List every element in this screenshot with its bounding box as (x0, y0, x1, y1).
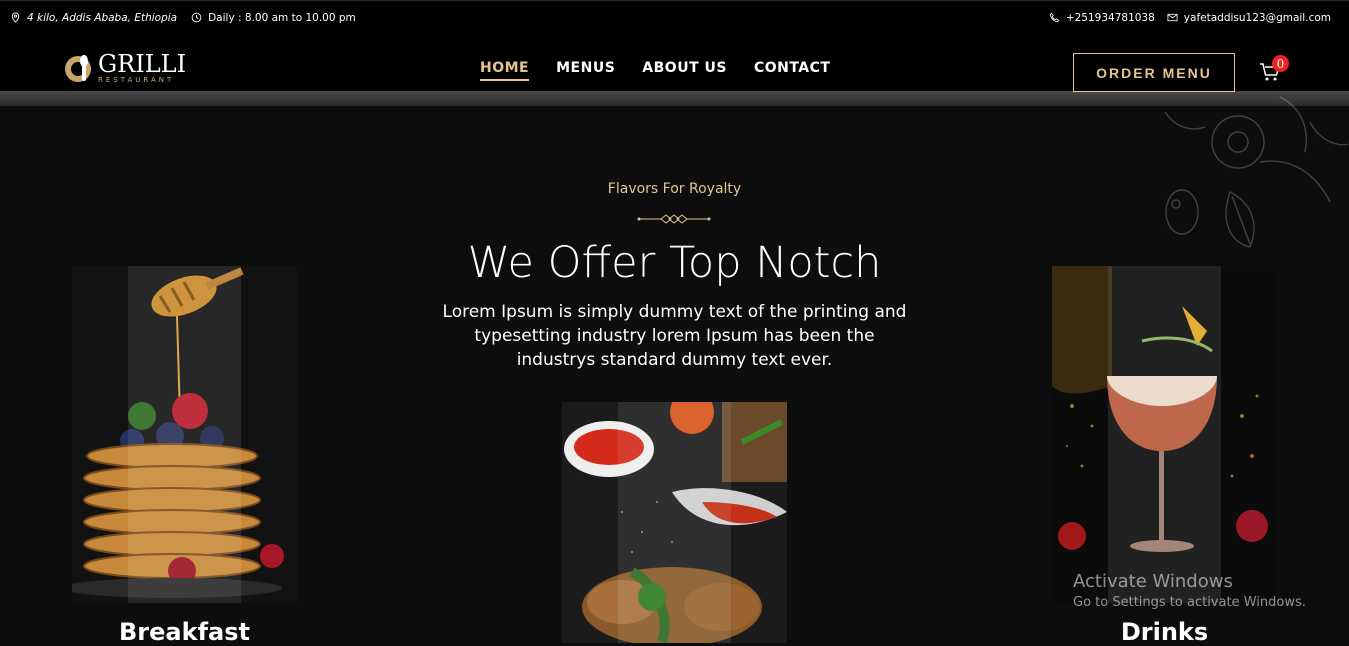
card-overlay-stripe (1108, 266, 1221, 603)
main-nav: HOME MENUS ABOUT US CONTACT (480, 60, 830, 81)
watermark-title: Activate Windows (1073, 571, 1233, 592)
clock-icon (191, 12, 202, 23)
location-pin-icon (11, 12, 20, 23)
nav-contact[interactable]: CONTACT (754, 60, 831, 81)
breakfast-label[interactable]: Breakfast (72, 618, 297, 646)
phone-icon (1049, 12, 1059, 23)
brand-logo[interactable]: GRILLI RESTAURANT (62, 52, 186, 84)
section-description: Lorem Ipsum is simply dummy text of the … (442, 302, 907, 370)
grill-card[interactable] (562, 402, 787, 643)
hours-text: Daily : 8.00 am to 10.00 pm (208, 11, 356, 24)
email-text[interactable]: yafetaddisu123@gmail.com (1184, 12, 1331, 24)
drinks-card[interactable] (1052, 266, 1277, 603)
ornament-divider-icon (637, 214, 711, 224)
address-text: 4 kilo, Addis Ababa, Ethiopia (27, 11, 178, 24)
order-menu-button[interactable]: ORDER MENU (1073, 53, 1235, 92)
brand-tagline: RESTAURANT (98, 76, 175, 84)
nav-about-us[interactable]: ABOUT US (642, 60, 727, 81)
cart-button[interactable]: 0 (1258, 55, 1289, 84)
breakfast-card[interactable] (72, 266, 297, 603)
phone-text[interactable]: +251934781038 (1066, 12, 1155, 24)
nav-menus[interactable]: MENUS (556, 60, 615, 81)
windows-activation-watermark: Activate Windows Go to Settings to activ… (1073, 571, 1306, 610)
phone-info[interactable]: +251934781038 (1049, 12, 1155, 24)
card-overlay-stripe (618, 402, 731, 643)
brand-name: GRILLI (98, 50, 187, 78)
card-overlay-stripe (128, 266, 241, 603)
section-subtitle: Flavors For Royalty (607, 181, 742, 197)
drinks-label[interactable]: Drinks (1052, 618, 1277, 646)
nav-home[interactable]: HOME (480, 60, 530, 81)
hours-info: Daily : 8.00 am to 10.00 pm (191, 12, 356, 24)
top-info-bar: 4 kilo, Addis Ababa, Ethiopia Daily : 8.… (0, 0, 1349, 34)
email-info[interactable]: yafetaddisu123@gmail.com (1167, 12, 1331, 24)
navbar-shadow-strip (0, 91, 1349, 106)
mail-icon (1167, 13, 1178, 22)
logo-plate-icon (65, 55, 91, 82)
watermark-subtitle: Go to Settings to activate Windows. (1073, 595, 1306, 610)
address-info: 4 kilo, Addis Ababa, Ethiopia (10, 12, 177, 24)
cart-count-badge: 0 (1272, 55, 1289, 72)
